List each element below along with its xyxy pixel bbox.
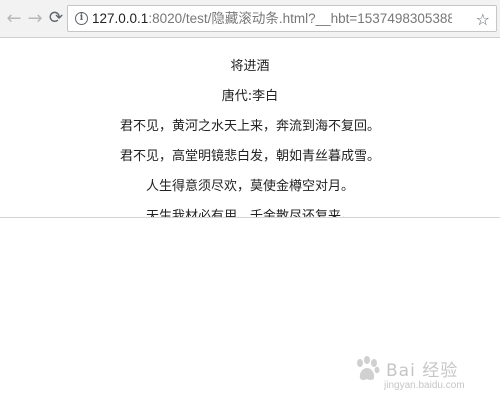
forward-arrow-icon[interactable]: → [24, 7, 46, 29]
paw-icon [357, 356, 380, 380]
poem-line: 人生得意须尽欢，莫使金樽空对月。 [145, 179, 354, 194]
watermark-subtitle: jingyan.baidu.com [384, 380, 465, 391]
star-icon[interactable]: ☆ [476, 7, 490, 32]
back-arrow-icon[interactable]: ← [3, 7, 25, 29]
poem-line: 君不见，高堂明镜悲白发，朝如青丝暮成雪。 [119, 149, 380, 164]
poem-title: 将进酒 [230, 59, 270, 74]
poem-line: 天生我材必有用，千金散尽还复来。 [145, 209, 354, 218]
address-bar[interactable]: i 127.0.0.1:8020/test/隐藏滚动条.html?__hbt=1… [67, 5, 497, 32]
browser-toolbar: ← → ⟳ i 127.0.0.1:8020/test/隐藏滚动条.html?_… [0, 0, 500, 38]
url-host: 127.0.0.1 [92, 11, 149, 26]
reload-icon[interactable]: ⟳ [45, 7, 67, 29]
url-path: :8020/test/隐藏滚动条.html?__hbt=153749830538… [148, 11, 452, 26]
scroll-container[interactable]: 将进酒 唐代:李白 君不见，黄河之水天上来，奔流到海不复回。 君不见，高堂明镜悲… [0, 42, 500, 218]
info-icon[interactable]: i [75, 12, 88, 25]
watermark-title: Bai 经验 [386, 361, 459, 381]
poem: 将进酒 唐代:李白 君不见，黄河之水天上来，奔流到海不复回。 君不见，高堂明镜悲… [0, 52, 500, 218]
url-text[interactable]: 127.0.0.1:8020/test/隐藏滚动条.html?__hbt=153… [92, 6, 452, 31]
poem-author: 唐代:李白 [221, 89, 279, 104]
poem-line: 君不见，黄河之水天上来，奔流到海不复回。 [119, 119, 380, 134]
baidu-jingyan-watermark: Bai 经验 jingyan.baidu.com [350, 350, 490, 400]
